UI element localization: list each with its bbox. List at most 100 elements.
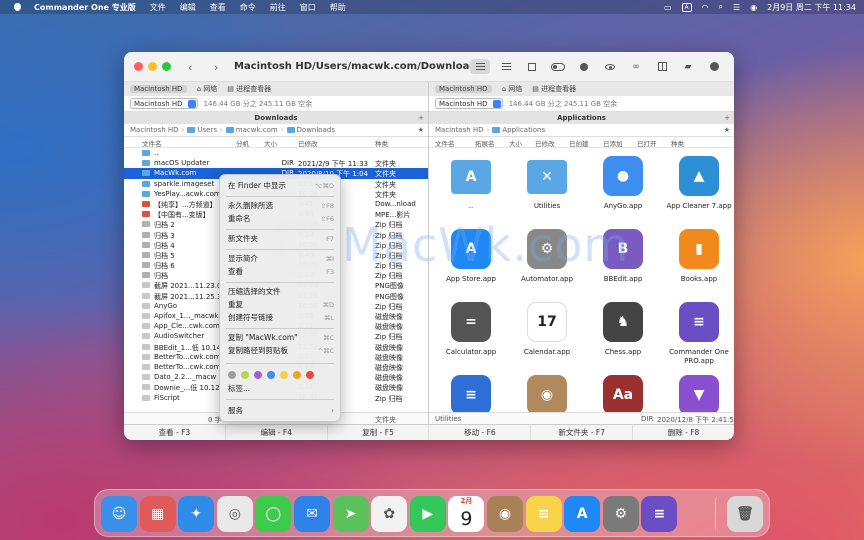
breadcrumb-item[interactable]: Applications: [502, 126, 545, 134]
breadcrumb-item[interactable]: Users: [197, 126, 217, 134]
view-f3-button[interactable]: 查看 - F3: [124, 425, 226, 440]
info-button[interactable]: [574, 59, 594, 74]
finder-icon[interactable]: ☺: [101, 496, 137, 532]
download-button[interactable]: [704, 59, 724, 74]
left-add-tab-button[interactable]: +: [418, 112, 424, 124]
input-method-icon[interactable]: A: [681, 2, 692, 12]
menu-get-info[interactable]: 显示简介 ⌘I: [220, 253, 340, 265]
right-add-tab-button[interactable]: +: [724, 112, 730, 124]
col-ext[interactable]: 分机: [236, 138, 249, 148]
zoom-window-button[interactable]: [162, 62, 171, 71]
preview-button[interactable]: [600, 59, 620, 74]
commander-one-icon[interactable]: ≡: [641, 496, 678, 532]
app-icon-cell[interactable]: ⚙ Automator.app: [509, 229, 585, 299]
list-view-button[interactable]: [470, 59, 490, 74]
messages-icon[interactable]: ◯: [255, 496, 292, 532]
contacts-icon[interactable]: ◉: [487, 496, 523, 532]
app-icon-cell[interactable]: ≡ Commander One PRO.app: [661, 302, 734, 372]
menu-services[interactable]: 服务 ›: [220, 405, 340, 417]
app-icon-cell[interactable]: A App Store.app: [433, 229, 509, 299]
calendar-icon[interactable]: 2月 9: [448, 496, 485, 532]
menu-tags[interactable]: 标签...: [220, 383, 340, 395]
siri-icon[interactable]: ◉: [750, 3, 757, 12]
menu-make-symlink[interactable]: 创建符号链接 ⌘L: [220, 312, 340, 324]
menu-command[interactable]: 命令: [240, 2, 256, 13]
tab-network[interactable]: ⌂ 网络: [502, 84, 523, 94]
menu-compress[interactable]: 压缩选择的文件: [220, 286, 340, 298]
mail-icon[interactable]: ✉: [294, 496, 330, 532]
edit-f4-button[interactable]: 编辑 - F4: [226, 425, 328, 440]
app-icon-cell[interactable]: B BBEdit.app: [585, 229, 661, 299]
new-folder-f7-button[interactable]: 新文件夹 - F7: [531, 425, 634, 440]
breadcrumb-item[interactable]: macwk.com: [236, 126, 278, 134]
app-store-icon[interactable]: A: [564, 496, 601, 532]
safari-icon[interactable]: ✦: [178, 496, 215, 532]
breadcrumb-item[interactable]: Downloads: [297, 126, 335, 134]
menubar-datetime[interactable]: 2月9日 周二 下午 11:34: [767, 2, 856, 13]
file-row[interactable]: macOS Updater DIR 2021/2/9 下午 11:33 文件夹: [124, 158, 428, 168]
app-icon-cell[interactable]: ✕ Utilities: [509, 156, 585, 226]
left-folder-tab[interactable]: Downloads +: [124, 112, 428, 124]
facetime-icon[interactable]: ▶: [409, 496, 446, 532]
menu-view[interactable]: 查看 F3: [220, 266, 340, 278]
col-created[interactable]: 已创建: [569, 138, 589, 148]
minimize-window-button[interactable]: [148, 62, 157, 71]
tab-macintosh-hd[interactable]: Macintosh HD: [435, 85, 492, 93]
menu-show-in-finder[interactable]: 在 Finder 中显示 ⌥⌘O: [220, 180, 340, 192]
app-icon-cell[interactable]: = Calculator.app: [433, 302, 509, 372]
col-name[interactable]: 文件名: [142, 138, 162, 148]
delete-f8-button[interactable]: 删除 - F8: [633, 425, 734, 440]
tag-color-dot[interactable]: [293, 371, 301, 379]
menu-help[interactable]: 帮助: [330, 2, 346, 13]
menu-file[interactable]: 文件: [150, 2, 166, 13]
app-icon-cell[interactable]: ● AnyGo.app: [585, 156, 661, 226]
panels-button[interactable]: [652, 59, 672, 74]
col-modified[interactable]: 已修改: [535, 138, 555, 148]
menu-copy-item[interactable]: 复制 "MacWk.com" ⌘C: [220, 332, 340, 344]
chevron-left-icon[interactable]: ‹: [188, 61, 192, 74]
terminal-button[interactable]: ▰: [678, 59, 698, 74]
copy-f5-button[interactable]: 复制 - F5: [328, 425, 430, 440]
launchpad-icon[interactable]: ▦: [139, 496, 176, 532]
brief-view-button[interactable]: [496, 59, 516, 74]
menu-edit[interactable]: 编辑: [180, 2, 196, 13]
breadcrumb-item[interactable]: Macintosh HD: [130, 126, 179, 134]
close-window-button[interactable]: [134, 62, 143, 71]
tag-color-dot[interactable]: [254, 371, 262, 379]
apple-menu-icon[interactable]: [12, 2, 24, 12]
col-ext[interactable]: 拓展名: [475, 138, 495, 148]
tab-process-viewer[interactable]: ▤ 进程查看器: [532, 84, 576, 94]
menu-rename[interactable]: 重命名 ⇧F6: [220, 213, 340, 225]
tag-color-dot[interactable]: [228, 371, 236, 379]
notes-icon[interactable]: ≡: [525, 496, 562, 532]
app-icon-cell[interactable]: ♞ Chess.app: [585, 302, 661, 372]
move-f6-button[interactable]: 移动 - F6: [429, 425, 532, 440]
file-row[interactable]: ..: [124, 148, 428, 158]
col-name[interactable]: 文件名: [435, 138, 455, 148]
tag-color-dot[interactable]: [241, 371, 249, 379]
menu-app-name[interactable]: Commander One 专业版: [34, 2, 136, 13]
tag-color-dot[interactable]: [306, 371, 314, 379]
col-size[interactable]: 大小: [509, 138, 522, 148]
app-icon-cell[interactable]: 17 Calendar.app: [509, 302, 585, 372]
left-drive-selector[interactable]: Macintosh HD: [130, 98, 198, 109]
col-opened[interactable]: 已打开: [637, 138, 657, 148]
tab-network[interactable]: ⌂ 网络: [197, 84, 218, 94]
thumbnail-view-button[interactable]: [522, 59, 542, 74]
photos-icon[interactable]: ✿: [371, 496, 408, 532]
tab-process-viewer[interactable]: ▤ 进程查看器: [227, 84, 271, 94]
menu-new-folder[interactable]: 新文件夹 F7: [220, 233, 340, 245]
tag-color-dot[interactable]: [280, 371, 288, 379]
system-preferences-icon[interactable]: ⚙: [602, 496, 639, 532]
control-center-icon[interactable]: ☰: [733, 3, 740, 12]
wifi-icon[interactable]: ◠: [702, 3, 709, 12]
app-icon-cell[interactable]: ▲ App Cleaner 7.app: [661, 156, 734, 226]
star-icon[interactable]: ★: [724, 126, 730, 134]
col-modified[interactable]: 已修改: [298, 138, 318, 148]
maps-icon[interactable]: ➤: [332, 496, 369, 532]
menu-duplicate[interactable]: 重复 ⌘D: [220, 299, 340, 311]
breadcrumb-item[interactable]: Macintosh HD: [435, 126, 484, 134]
chrome-icon[interactable]: ◎: [216, 496, 253, 532]
col-added[interactable]: 已添加: [603, 138, 623, 148]
app-icon-cell[interactable]: A..: [433, 156, 509, 226]
